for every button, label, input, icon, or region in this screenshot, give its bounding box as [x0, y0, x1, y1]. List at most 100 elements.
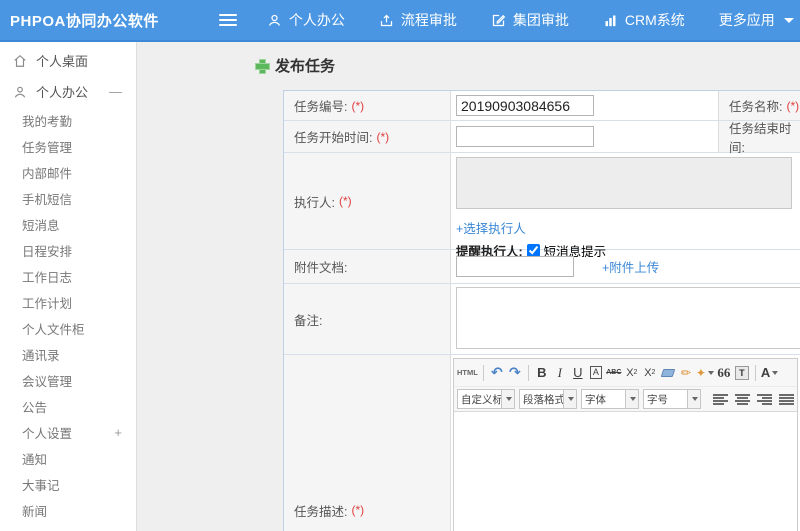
collapse-icon[interactable]: — [109, 84, 122, 99]
sidebar-item-desktop[interactable]: 个人桌面 [0, 45, 136, 76]
select-value: 自定义标题 [461, 393, 501, 406]
underline-button[interactable]: U [570, 363, 586, 382]
sidebar-item-label: 大事记 [22, 478, 60, 493]
nav-group-approval[interactable]: 集团审批 [491, 10, 569, 30]
font-color-button[interactable]: A [760, 363, 779, 382]
sidebar-item-internal-mail[interactable]: 内部邮件 [0, 159, 136, 185]
executor-label: 执行人: (*) [284, 153, 451, 249]
paragraph-format-select[interactable]: 段落格式 [519, 389, 577, 409]
align-left-button[interactable] [713, 393, 728, 406]
nav-label: 个人办公 [288, 12, 345, 28]
nav-process-approval[interactable]: 流程审批 [379, 10, 457, 30]
sidebar-item-personal-settings[interactable]: 个人设置 + [0, 419, 136, 445]
caret-down-icon [501, 390, 514, 408]
format-brush-icon[interactable] [678, 363, 694, 382]
sidebar-item-mobile-sms[interactable]: 手机短信 [0, 185, 136, 211]
nav-personal-office[interactable]: 个人办公 [267, 10, 345, 30]
blockquote-button[interactable]: 66 [716, 363, 732, 382]
description-cell: HTML B I U A ABC X2 X2 [451, 355, 800, 531]
choose-executor-link[interactable]: +选择执行人 [456, 218, 526, 237]
font-style-button[interactable]: A [588, 363, 604, 382]
caret-down-icon [625, 390, 638, 408]
html-source-button[interactable]: HTML [457, 363, 478, 382]
executor-textarea[interactable] [456, 157, 792, 209]
paste-text-icon[interactable]: T [734, 363, 750, 382]
start-time-cell [451, 121, 719, 152]
align-justify-button[interactable] [779, 393, 794, 406]
main-content: 发布任务 任务编号: (*) 任务名称: (*) 任务开始时间: (*) [138, 42, 800, 531]
attachment-upload-link[interactable]: +附件上传 [602, 257, 659, 276]
auto-format-icon[interactable] [696, 363, 714, 382]
attachment-cell: +附件上传 [451, 250, 800, 283]
sidebar-item-work-log[interactable]: 工作日志 [0, 263, 136, 289]
task-number-input[interactable] [456, 95, 594, 116]
edit-square-icon [491, 13, 506, 28]
sidebar-item-news[interactable]: 新闻 [0, 497, 136, 523]
remark-cell [451, 284, 800, 354]
sidebar-item-announcement[interactable]: 公告 [0, 393, 136, 419]
sidebar-item-attendance[interactable]: 我的考勤 [0, 107, 136, 133]
hamburger-icon[interactable] [218, 14, 237, 26]
sidebar-item-label: 公告 [22, 400, 48, 415]
required-mark: (*) [351, 503, 365, 517]
select-value: 段落格式 [523, 393, 563, 406]
sidebar-item-file-cabinet[interactable]: 个人文件柜 [0, 315, 136, 341]
app-logo: PHPOA协同办公软件 [10, 12, 159, 30]
sidebar-item-label: 任务管理 [22, 140, 73, 155]
undo-icon[interactable] [489, 363, 505, 382]
nav-crm-system[interactable]: CRM系统 [603, 10, 685, 30]
sidebar-item-task-management[interactable]: 任务管理 [0, 133, 136, 159]
form-row-attachment: 附件文档: +附件上传 [284, 250, 800, 284]
font-size-select[interactable]: 字号 [643, 389, 701, 409]
redo-icon[interactable] [507, 363, 523, 382]
label-text: A [760, 365, 771, 380]
sidebar-item-label: 个人桌面 [36, 54, 89, 69]
topbar: PHPOA协同办公软件 个人办公 流程审批 集团审批 CRM系统 更多应用 [0, 0, 800, 42]
sidebar-item-contacts[interactable]: 通讯录 [0, 341, 136, 367]
sidebar-item-label: 通知 [22, 452, 48, 467]
align-center-button[interactable] [735, 393, 750, 406]
sidebar-item-meeting-management[interactable]: 会议管理 [0, 367, 136, 393]
subscript-button[interactable]: X2 [642, 363, 658, 382]
select-value: 字体 [585, 393, 606, 406]
label-text: 2 [633, 369, 638, 376]
remark-textarea[interactable] [456, 287, 800, 349]
sidebar-item-schedule[interactable]: 日程安排 [0, 237, 136, 263]
align-right-button[interactable] [757, 393, 772, 406]
caret-down-icon [707, 370, 714, 375]
sidebar-item-office[interactable]: 个人办公 — [0, 76, 136, 107]
task-number-cell [451, 91, 719, 120]
editor-toolbar-top: HTML B I U A ABC X2 X2 [454, 359, 797, 386]
italic-button[interactable]: I [552, 363, 568, 382]
sidebar-item-label: 工作计划 [22, 296, 73, 311]
start-time-input[interactable] [456, 126, 594, 147]
sidebar-item-label: 会议管理 [22, 374, 73, 389]
eraser-shape [660, 368, 676, 377]
end-time-label: 任务结束时间: (*) [719, 121, 800, 155]
eraser-icon[interactable] [660, 363, 676, 382]
toolbar-separator [527, 364, 529, 381]
label-text: 任务编号: [294, 100, 348, 114]
sidebar-item-label: 手机短信 [22, 192, 73, 207]
sidebar-item-notice[interactable]: 通知 [0, 445, 136, 471]
sidebar-item-label: 短消息 [22, 218, 60, 233]
nav-more-apps[interactable]: 更多应用 [719, 10, 794, 30]
nav-label: CRM系统 [624, 12, 685, 28]
bold-button[interactable]: B [534, 363, 550, 382]
sidebar-item-work-plan[interactable]: 工作计划 [0, 289, 136, 315]
font-family-select[interactable]: 字体 [581, 389, 639, 409]
sidebar-item-short-message[interactable]: 短消息 [0, 211, 136, 237]
form-row-remark: 备注: [284, 284, 800, 355]
attachment-input[interactable] [456, 256, 574, 277]
sidebar-item-label: 个人文件柜 [22, 322, 85, 337]
custom-heading-select[interactable]: 自定义标题 [457, 389, 515, 409]
label-text: 任务结束时间: [729, 121, 792, 155]
expand-icon[interactable]: + [114, 425, 122, 440]
sidebar-item-memorabilia[interactable]: 大事记 [0, 471, 136, 497]
sidebar-submenu: 我的考勤 任务管理 内部邮件 手机短信 短消息 日程安排 工作日志 工作计划 个… [0, 107, 136, 523]
editor-content-area[interactable] [454, 411, 797, 531]
add-task-icon [255, 59, 270, 74]
superscript-button[interactable]: X2 [624, 363, 640, 382]
remark-label: 备注: [284, 284, 451, 354]
strikethrough-button[interactable]: ABC [606, 363, 622, 382]
